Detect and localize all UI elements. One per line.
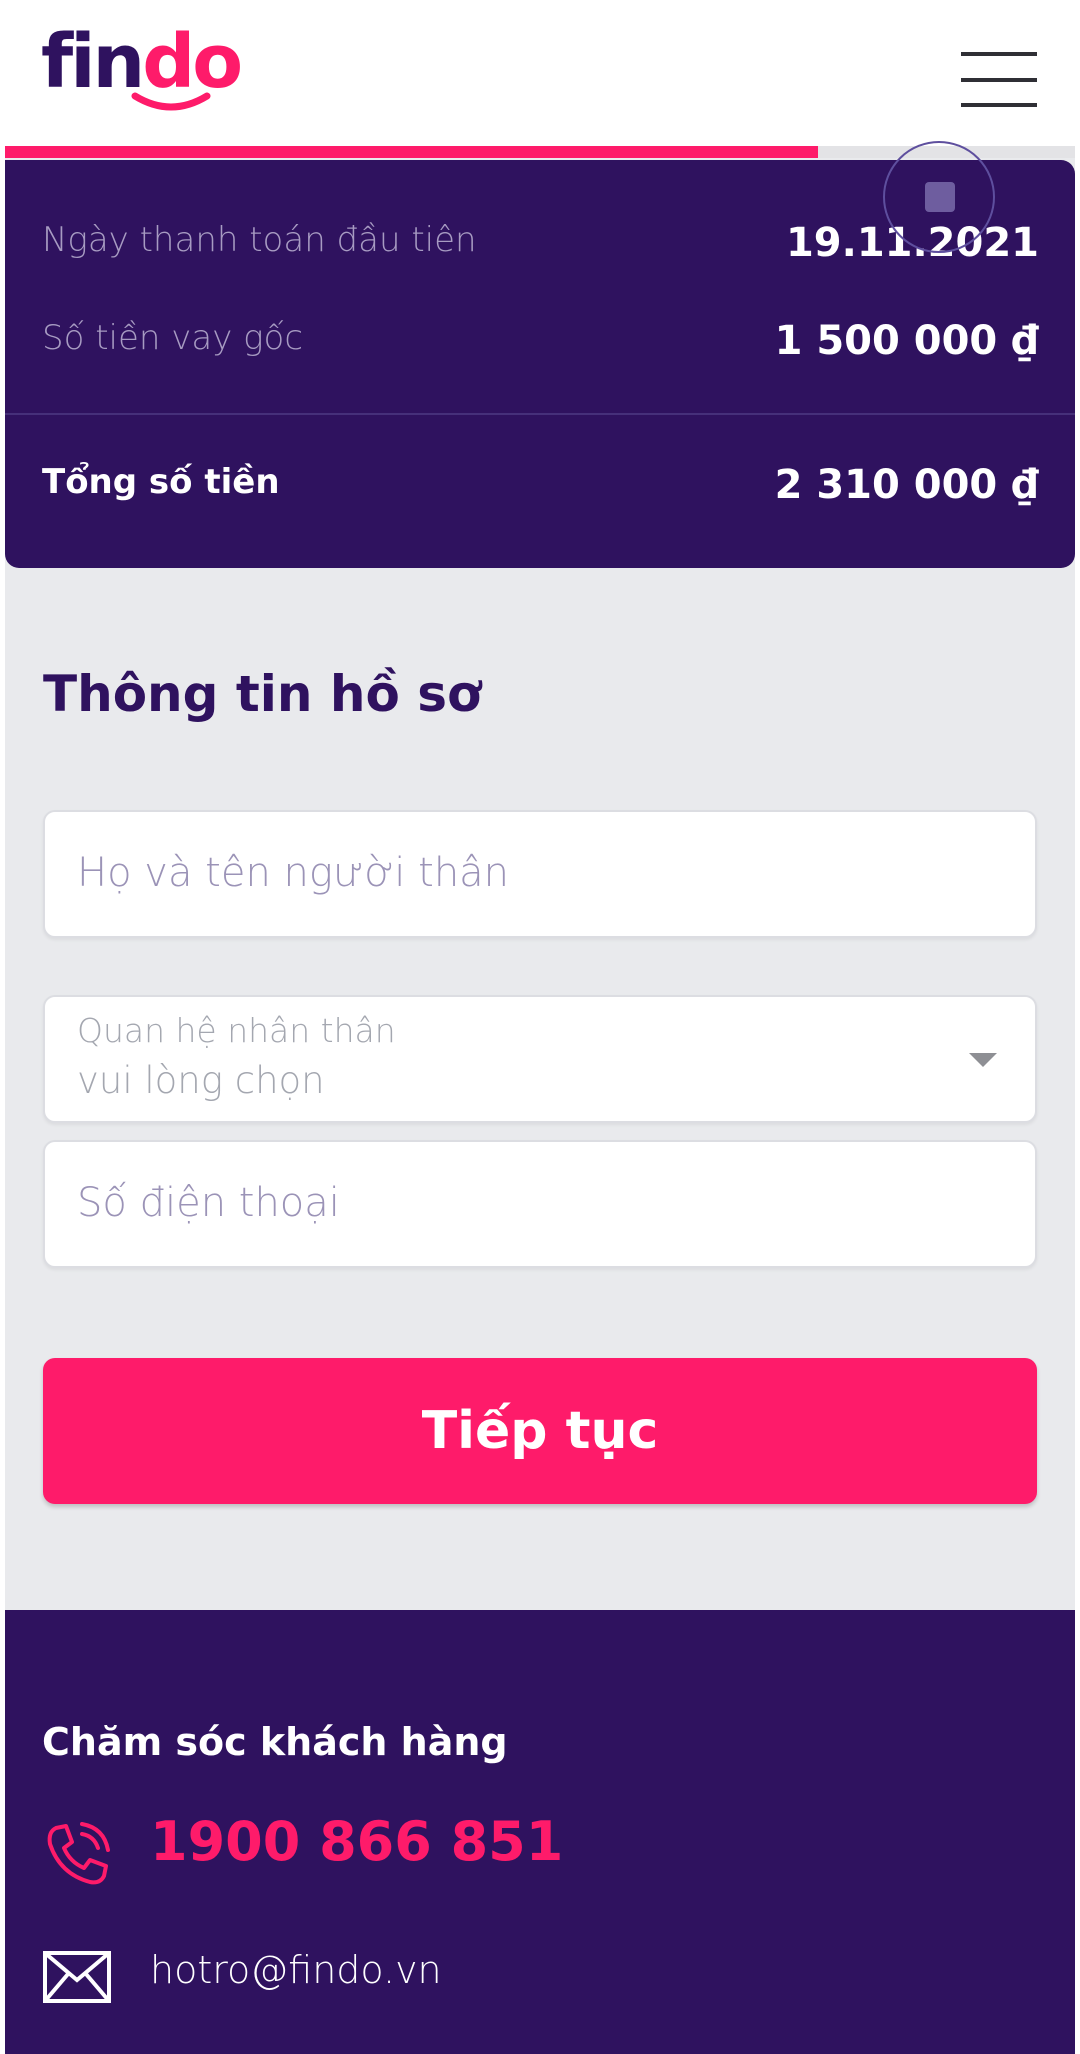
total-label: Tổng số tiền [42, 462, 280, 502]
phone-input[interactable]: Số điện thoại [43, 1140, 1037, 1268]
total-value: 2 310 000 ₫ [774, 462, 1039, 508]
phone-icon [47, 1822, 110, 1885]
relationship-label: Quan hệ nhân thân [77, 1011, 396, 1050]
relationship-select[interactable]: Quan hệ nhân thân vui lòng chọn [43, 995, 1037, 1123]
progress-fill [5, 146, 819, 158]
support-phone-link[interactable]: 1900 866 851 [150, 1810, 563, 1873]
header: findo [5, 0, 1075, 146]
phone-placeholder: Số điện thoại [77, 1180, 340, 1226]
logo-smile-icon [131, 92, 211, 111]
principal-label: Số tiền vay gốc [42, 318, 304, 358]
relative-name-input[interactable]: Họ và tên người thân [43, 810, 1037, 938]
continue-button[interactable]: Tiếp tục [43, 1358, 1037, 1504]
section-title: Thông tin hồ sơ [43, 665, 482, 723]
support-email-link[interactable]: hotro@findo.vn [150, 1948, 442, 1992]
hamburger-menu-icon[interactable] [961, 52, 1037, 108]
mail-icon [43, 1951, 111, 2003]
relationship-value: vui lòng chọn [77, 1059, 325, 1102]
principal-value: 1 500 000 ₫ [774, 318, 1039, 364]
floating-stop-button[interactable] [883, 141, 995, 253]
findo-logo[interactable]: findo [41, 22, 243, 122]
stop-icon [925, 182, 955, 212]
first-payment-label: Ngày thanh toán đầu tiên [42, 220, 477, 260]
footer: Chăm sóc khách hàng 1900 866 851 hotro@f… [5, 1610, 1075, 2054]
chevron-down-icon [969, 1053, 997, 1067]
footer-title: Chăm sóc khách hàng [42, 1720, 508, 1764]
app-frame: findo Ngày thanh toán đầu tiên 19.11.202… [5, 0, 1075, 2054]
summary-divider [5, 413, 1075, 415]
relative-name-placeholder: Họ và tên người thân [77, 850, 510, 896]
